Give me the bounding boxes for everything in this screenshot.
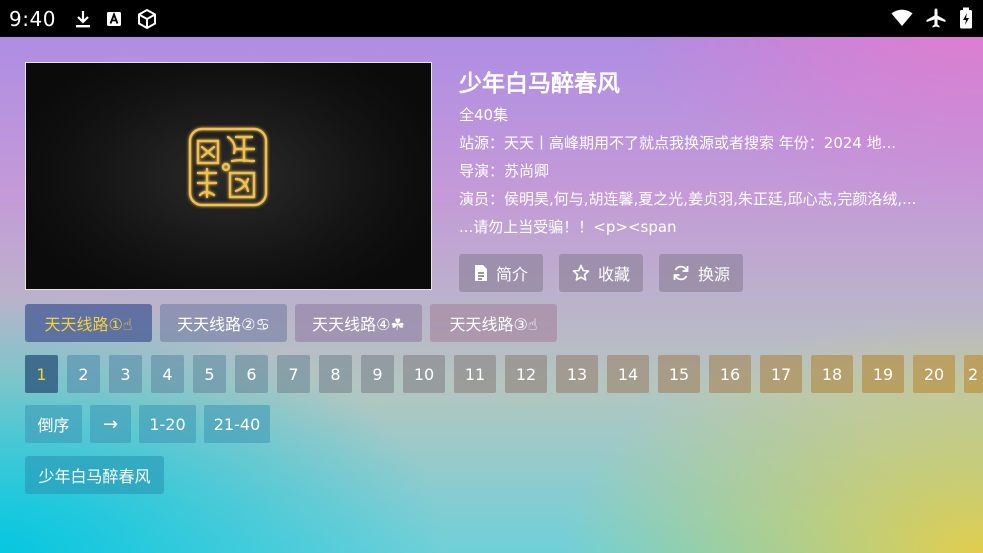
range-1-20-button[interactable]: 1-20 — [139, 405, 196, 443]
description-tail: ...请勿上当受骗！！<p><span — [459, 218, 677, 236]
favorite-button[interactable]: 收藏 — [559, 254, 643, 292]
episode-button[interactable]: 14 — [607, 355, 649, 393]
poster-image — [25, 62, 432, 290]
star-outline-icon — [572, 264, 590, 281]
range-21-40-button[interactable]: 21-40 — [204, 405, 270, 443]
status-bar: 9:40 — [0, 0, 983, 37]
route-tab-4[interactable]: 天天线路③☝ — [430, 304, 557, 342]
seal-logo-icon — [188, 127, 268, 207]
font-a-icon — [106, 11, 121, 26]
episode-button[interactable]: 11 — [454, 355, 496, 393]
battery-charging-icon — [960, 7, 972, 29]
wifi-icon — [891, 9, 913, 26]
episode-button[interactable]: 20 — [913, 355, 955, 393]
intro-button[interactable]: 简介 — [459, 254, 543, 292]
status-time: 9:40 — [9, 6, 56, 31]
episode-button[interactable]: 18 — [811, 355, 853, 393]
route-tab-1[interactable]: 天天线路①☝ — [25, 304, 152, 342]
episode-button[interactable]: 8 — [319, 355, 352, 393]
episode-button[interactable]: 5 — [193, 355, 226, 393]
source-line: 站源：天天丨高峰期用不了就点我换源或者搜索 年份：2024 地... — [459, 134, 897, 152]
episode-button[interactable]: 4 — [151, 355, 184, 393]
episode-button[interactable]: 9 — [361, 355, 394, 393]
episode-button[interactable]: 12 — [505, 355, 547, 393]
episode-button[interactable]: 13 — [556, 355, 598, 393]
intro-label: 简介 — [495, 265, 528, 284]
arrow-right-button[interactable]: → — [90, 405, 131, 443]
episode-button[interactable]: 3 — [109, 355, 142, 393]
episode-button[interactable]: 1 — [25, 355, 58, 393]
source-item-button[interactable]: 少年白马醉春风 — [25, 456, 164, 494]
reverse-order-button[interactable]: 倒序 — [25, 405, 82, 443]
favorite-label: 收藏 — [597, 265, 630, 284]
episode-button[interactable]: 2 — [67, 355, 100, 393]
airplane-icon — [926, 8, 946, 28]
document-icon — [474, 265, 487, 281]
episode-button[interactable]: 15 — [658, 355, 700, 393]
cube-icon — [137, 8, 156, 29]
download-icon — [75, 10, 90, 27]
episode-button[interactable]: 6 — [235, 355, 268, 393]
episode-button[interactable]: 17 — [760, 355, 802, 393]
episode-button[interactable]: 7 — [277, 355, 310, 393]
route-tab-3[interactable]: 天天线路④☘ — [295, 304, 422, 342]
director-line: 导演：苏尚卿 — [459, 162, 550, 180]
video-title: 少年白马醉春风 — [459, 71, 620, 97]
refresh-icon — [673, 265, 689, 281]
episode-button[interactable]: 10 — [403, 355, 445, 393]
episode-button[interactable]: 16 — [709, 355, 751, 393]
switch-source-button[interactable]: 换源 — [659, 254, 743, 292]
cast-line: 演员：侯明昊,何与,胡连馨,夏之光,姜贞羽,朱正廷,邱心志,完颜洛绒,... — [459, 190, 917, 208]
episode-button[interactable]: 2 — [964, 355, 983, 393]
episode-button[interactable]: 19 — [862, 355, 904, 393]
episodes-total: 全40集 — [459, 106, 509, 124]
switch-source-label: 换源 — [697, 265, 730, 284]
route-tab-2[interactable]: 天天线路②♋ — [160, 304, 287, 342]
